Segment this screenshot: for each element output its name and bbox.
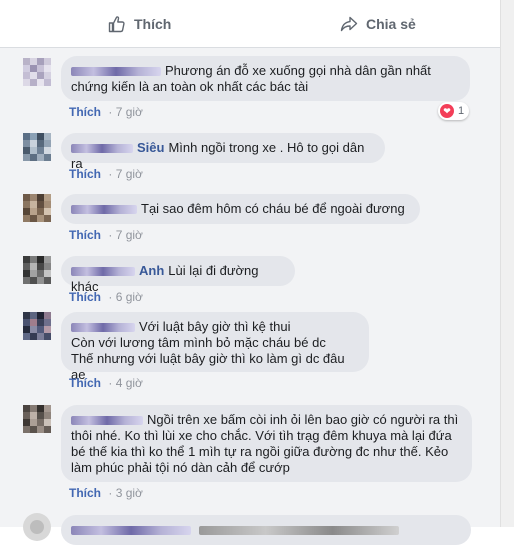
- separator-dot: ·: [108, 167, 113, 181]
- comment-line: làm phúc phải tội nó dàn cảh để cướp: [71, 460, 290, 475]
- comment-time[interactable]: 7 giờ: [116, 228, 143, 242]
- avatar[interactable]: [23, 513, 51, 541]
- reaction-count: 1: [458, 105, 465, 117]
- comment-time[interactable]: 3 giờ: [116, 486, 143, 500]
- share-button[interactable]: Chia sẻ: [340, 0, 416, 48]
- comment-bubble: Với luật bây giờ thì kệ thui Còn với lươ…: [61, 312, 369, 382]
- share-button-label: Chia sẻ: [366, 16, 416, 32]
- comment-time[interactable]: 7 giờ: [116, 105, 143, 119]
- comment-text: Ngồi trên xe bấm còi inh ỏi lên bao giờ …: [147, 412, 459, 427]
- post-footer: Thích Chia sẻ Phương án đỗ xe xuống gọi …: [0, 0, 500, 545]
- comment-like-link[interactable]: Thích: [69, 167, 101, 181]
- comment-meta: Thích · 4 giờ: [69, 376, 143, 390]
- separator-dot: ·: [108, 228, 113, 242]
- separator-dot: ·: [108, 376, 113, 390]
- like-button-label: Thích: [134, 16, 172, 32]
- comment-time[interactable]: 6 giờ: [116, 290, 143, 304]
- comment-line: Với luật bây giờ thì kệ thui: [71, 319, 359, 335]
- redacted-text: [198, 526, 399, 536]
- redacted-name: [71, 144, 133, 154]
- comment-author[interactable]: Anh: [139, 263, 164, 278]
- comment-text: Với luật bây giờ thì kệ thui: [139, 319, 291, 334]
- comment-bubble: Ngồi trên xe bấm còi inh ỏi lên bao giờ …: [61, 405, 472, 482]
- avatar[interactable]: [23, 133, 51, 161]
- redacted-name: [71, 416, 143, 426]
- reaction-badge[interactable]: ❤ 1: [438, 102, 470, 120]
- avatar[interactable]: [23, 58, 51, 86]
- comment-like-link[interactable]: Thích: [69, 376, 101, 390]
- comment-line: thôi nhé. Ko thì lùi xe cho chắc. Với tì…: [71, 428, 452, 443]
- comment-meta: Thích · 7 giờ: [69, 228, 143, 242]
- comments-list: Phương án đỗ xe xuống gọi nhà dân gần nh…: [0, 48, 500, 545]
- like-button[interactable]: Thích: [108, 0, 171, 48]
- comment-bubble: Siêu Mình ngồi trong xe . Hô to gọi dân r…: [61, 133, 385, 171]
- comment-author[interactable]: Siêu: [137, 140, 164, 155]
- comment-line: Ngồi trên xe bấm còi inh ỏi lên bao giờ …: [71, 412, 462, 428]
- comment-meta: Thích · 7 giờ: [69, 105, 143, 119]
- comment-meta: Thích · 6 giờ: [69, 290, 143, 304]
- redacted-name: [71, 205, 137, 215]
- redacted-name: [71, 526, 191, 536]
- comment-time[interactable]: 4 giờ: [116, 376, 143, 390]
- scrollbar[interactable]: [500, 0, 514, 527]
- separator-dot: ·: [108, 290, 113, 304]
- comment-meta: Thích · 3 giờ: [69, 486, 143, 500]
- thumbs-up-icon: [108, 16, 125, 33]
- avatar[interactable]: [23, 405, 51, 433]
- redacted-name: [71, 67, 161, 77]
- redacted-name: [71, 267, 135, 277]
- comment-like-link[interactable]: Thích: [69, 105, 101, 119]
- comment-like-link[interactable]: Thích: [69, 228, 101, 242]
- avatar[interactable]: [23, 194, 51, 222]
- comment-text: Tại sao đêm hôm có cháu bé để ngoài đươn…: [141, 201, 405, 216]
- post-action-bar: Thích Chia sẻ: [0, 0, 500, 48]
- redacted-name: [71, 323, 135, 333]
- comment-line: Còn với lương tâm mình bỏ mặc cháu bé dc: [71, 335, 326, 350]
- separator-dot: ·: [108, 105, 113, 119]
- avatar[interactable]: [23, 312, 51, 340]
- comment-like-link[interactable]: Thích: [69, 486, 101, 500]
- share-icon: [340, 16, 358, 32]
- comment-time[interactable]: 7 giờ: [116, 167, 143, 181]
- comment-bubble: Tại sao đêm hôm có cháu bé để ngoài đươn…: [61, 194, 420, 224]
- comment-bubble: Anh Lùi lại đi đường khác: [61, 256, 295, 294]
- avatar[interactable]: [23, 256, 51, 284]
- separator-dot: ·: [108, 486, 113, 500]
- comment-bubble: [61, 515, 471, 545]
- comment-like-link[interactable]: Thích: [69, 290, 101, 304]
- comment-meta: Thích · 7 giờ: [69, 167, 143, 181]
- comment-line: bé thế kia thì ko thể 1 mìh tự ra ngồi g…: [71, 444, 449, 459]
- heart-icon: ❤: [440, 104, 454, 118]
- comment-bubble: Phương án đỗ xe xuống gọi nhà dân gần nh…: [61, 56, 470, 101]
